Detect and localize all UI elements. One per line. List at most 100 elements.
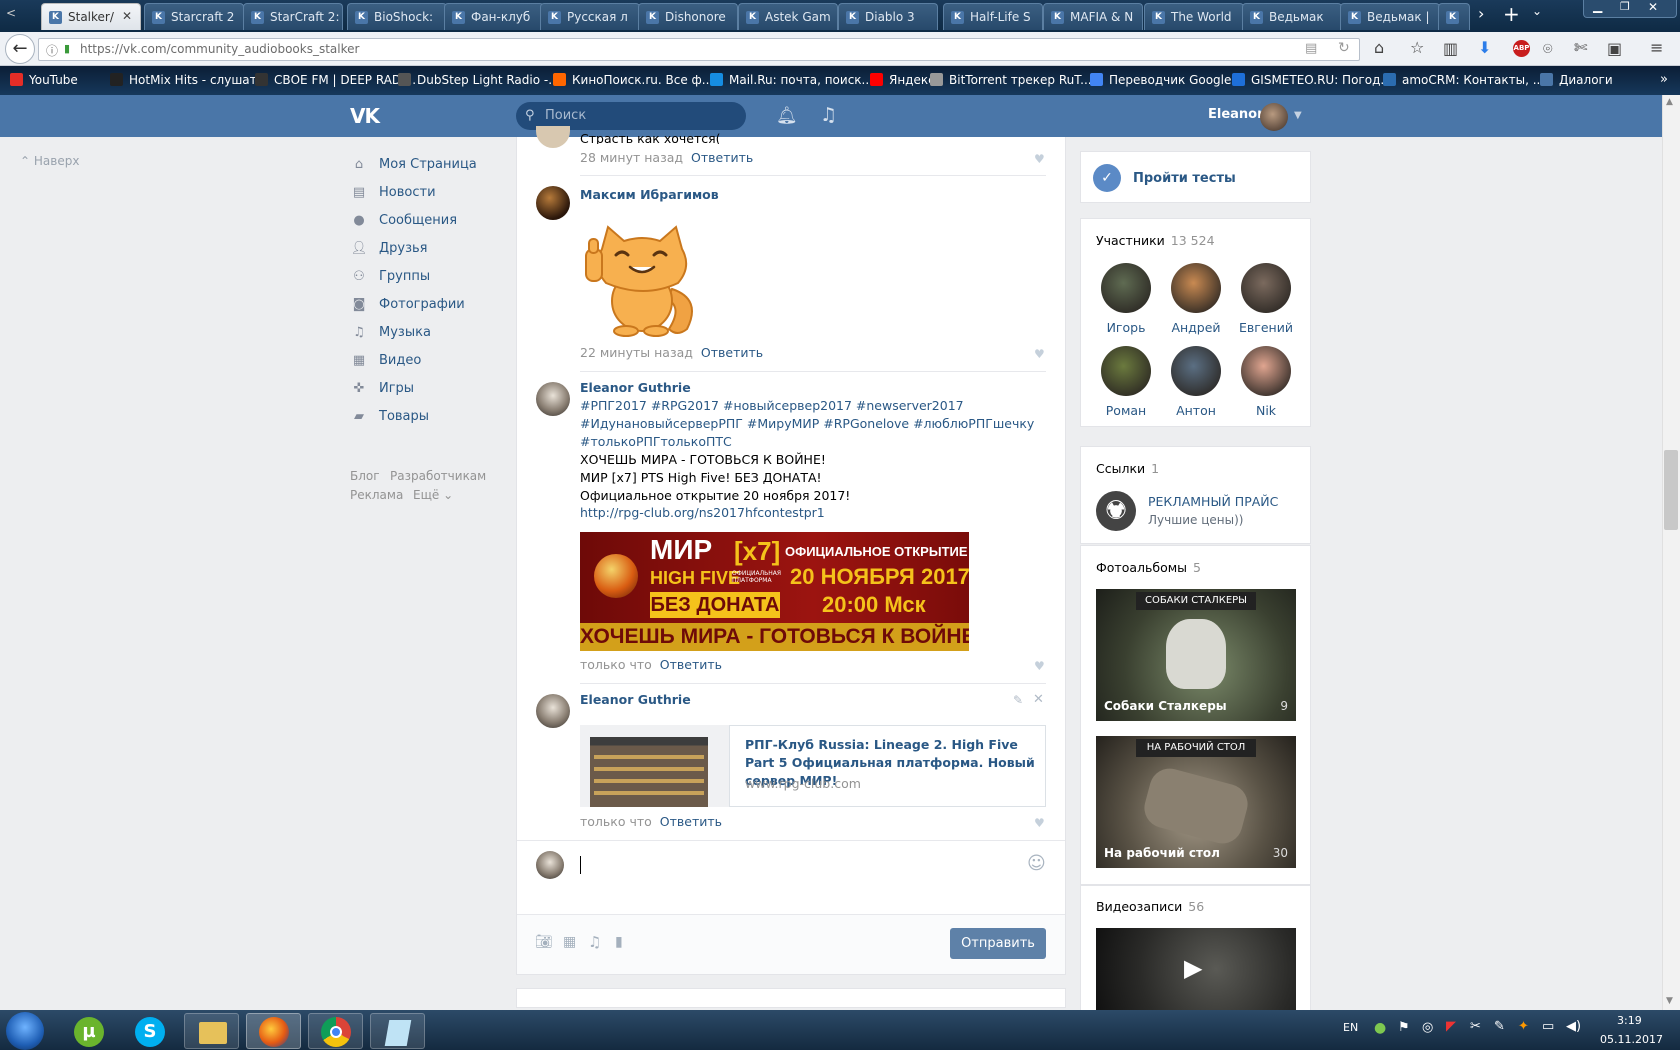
info-icon[interactable]: ⓘ [46,42,58,59]
maximize-icon[interactable]: ❐ [1620,0,1630,13]
clock-time[interactable]: 3:19 [1617,1014,1642,1027]
extension-icon[interactable]: ⌾ [1543,39,1553,59]
minimize-icon[interactable]: ▁ [1593,0,1602,13]
bookmark-item[interactable]: Яндекс [870,73,935,87]
close-window-icon[interactable]: ✕ [1648,0,1658,14]
scroll-up-arrow-icon[interactable]: ▲ [1666,97,1673,107]
send-button[interactable]: Отправить [950,928,1046,959]
browser-tab[interactable]: K Dishonore [638,3,738,30]
attach-photo-icon[interactable]: 📷︎ [535,934,553,950]
member-name[interactable]: Nik [1231,403,1301,418]
comment-author[interactable]: Максим Ибрагимов [580,187,719,202]
members-title[interactable]: Участники [1096,233,1165,248]
tray-flag-icon[interactable]: ⚑ [1398,1020,1410,1035]
bookmark-star-icon[interactable]: ☆ [1410,38,1424,57]
member-name[interactable]: Роман [1091,403,1161,418]
member-avatar[interactable] [1241,263,1291,313]
screenshot-icon[interactable]: ▣ [1607,39,1622,58]
tests-link[interactable]: Пройти тесты [1133,171,1236,186]
like-heart-icon[interactable]: ♥ [1034,347,1045,361]
hashtags-line[interactable]: #ИдунановыйсерверРПГ #МируМИР #RPGonelov… [580,415,1034,433]
explorer-taskbar-icon[interactable] [184,1013,239,1049]
albums-title[interactable]: Фотоальбомы [1096,560,1187,575]
sidebar-item[interactable]: ▤ Новости [350,185,436,200]
album-thumbnail[interactable]: НА РАБОЧИЙ СТОЛ На рабочий стол 30 [1096,736,1296,868]
sidebar-item[interactable]: ⚇ Группы [350,269,430,284]
footer-dev-link[interactable]: Разработчикам [390,469,486,483]
vk-logo-icon[interactable]: VK [350,104,380,128]
browser-tab[interactable]: K Half-Life S [943,3,1043,30]
emoji-smiley-icon[interactable]: ☺ [1027,853,1046,874]
browser-tab[interactable]: K [1438,3,1470,30]
comment-author[interactable]: Eleanor Guthrie [580,692,691,707]
member-name[interactable]: Игорь [1091,320,1161,335]
music-player-icon[interactable]: ♫ [820,104,837,126]
chrome-taskbar-icon[interactable] [308,1013,363,1049]
links-title[interactable]: Ссылки [1096,461,1145,476]
sidebar-item[interactable]: 👤︎ Друзья [350,241,428,256]
post-link[interactable]: http://rpg-club.org/ns2017hfcontestpr1 [580,504,825,522]
member-avatar[interactable] [1101,346,1151,396]
like-heart-icon[interactable]: ♥ [1034,816,1045,830]
member-avatar[interactable] [1241,346,1291,396]
tray-network-icon[interactable]: ◎ [1422,1020,1433,1035]
tray-utorrent-icon[interactable]: ● [1374,1020,1386,1036]
bookmark-item[interactable]: YouTube [10,73,78,87]
tab-scroll-right-icon[interactable]: › [1478,4,1484,23]
adblock-icon[interactable]: ABP [1513,40,1530,57]
start-button-icon[interactable] [6,1012,44,1050]
utorrent-taskbar-icon[interactable]: µ [62,1013,117,1049]
member-avatar[interactable] [1171,346,1221,396]
hashtags-line[interactable]: #РПГ2017 #RPG2017 #новыйсервер2017 #news… [580,397,964,415]
comment-author[interactable]: Eleanor Guthrie [580,380,691,395]
browser-tab[interactable]: K StarCraft 2: [243,3,343,30]
bookmark-item[interactable]: amoCRM: Контакты, ... [1383,73,1544,87]
reader-view-icon[interactable]: ▤ [1305,41,1317,56]
browser-tab[interactable]: K Фан-клуб [444,3,544,30]
promo-banner-image[interactable]: МИР [x7] HIGH FIVE ОФИЦИАЛЬНАЯ ПЛАТФОРМА… [580,532,969,651]
browser-tab[interactable]: K Diablo 3 [838,3,938,30]
video-thumbnail[interactable]: ▶ [1096,928,1296,1010]
scroll-top-button[interactable]: ⌃ Наверх [20,154,79,168]
footer-more-link[interactable]: Ещё ⌄ [413,488,453,502]
tests-card[interactable]: ✓ Пройти тесты [1080,151,1311,203]
menu-hamburger-icon[interactable]: ≡ [1650,38,1663,57]
hashtags-line[interactable]: #толькоРПГтолькоПТС [580,433,732,451]
new-tab-icon[interactable]: + [1503,2,1520,26]
bookmark-item[interactable]: GISMETEO.RU: Погод... [1232,73,1392,87]
bookmark-item[interactable]: Переводчик Google [1090,73,1231,87]
bookmark-item[interactable]: Mail.Ru: почта, поиск... [710,73,873,87]
play-icon[interactable]: ▶ [1184,954,1202,982]
notepad-taskbar-icon[interactable] [370,1013,425,1049]
link-thumbnail[interactable] [580,725,730,807]
bookmark-item[interactable]: КиноПоиск.ru. Все ф... [553,73,713,87]
bookmark-item[interactable]: Диалоги [1540,73,1613,87]
avatar[interactable] [1260,103,1288,131]
clock-date[interactable]: 05.11.2017 [1600,1033,1663,1046]
member-avatar[interactable] [1101,263,1151,313]
browser-tab[interactable]: K Русская л [540,3,640,30]
reply-link[interactable]: Ответить [701,345,763,360]
tray-volume-icon[interactable]: ◀︎) [1566,1019,1581,1034]
videos-title[interactable]: Видеозаписи [1096,899,1182,914]
browser-tab[interactable]: K Astek Gam [738,3,838,30]
sidebar-item[interactable]: ◙ Фотографии [350,297,465,312]
attach-video-icon[interactable]: ▦ [563,934,576,950]
language-indicator[interactable]: EN [1343,1021,1358,1034]
radiation-logo-icon[interactable]: ☢ [1096,491,1136,531]
tray-display-icon[interactable]: ▭ [1542,1019,1554,1034]
back-button[interactable]: ← [5,34,35,64]
tray-pen-icon[interactable]: ✎ [1494,1019,1505,1034]
sidebar-item[interactable]: ♫ Музыка [350,325,431,340]
comment-composer[interactable] [517,840,1065,914]
browser-tab[interactable]: K Ведьмак [1242,3,1342,30]
comment-time[interactable]: только что [580,657,652,672]
member-name[interactable]: Андрей [1161,320,1231,335]
avatar[interactable] [536,382,570,416]
reply-link[interactable]: Ответить [660,657,722,672]
reload-icon[interactable]: ↻ [1338,40,1350,56]
user-name[interactable]: Eleanor [1208,107,1264,122]
reply-link[interactable]: Ответить [691,150,753,165]
tab-scroll-left-icon[interactable]: < [6,6,16,20]
home-button-icon[interactable]: ⌂ [1374,38,1384,57]
